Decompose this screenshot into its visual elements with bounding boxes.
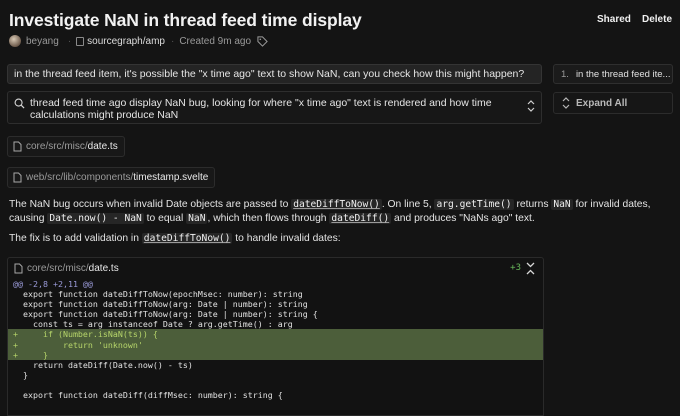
file-chip-timestamp-svelte[interactable]: web/src/lib/components/timestamp.svelte (7, 167, 216, 188)
expand-icon (562, 97, 570, 109)
diff-added-line: + return 'unknown' (8, 339, 543, 350)
delete-button[interactable]: Delete (642, 10, 672, 28)
diff-lines: @@ -2,8 +2,11 @@ export function dateDif… (8, 279, 543, 400)
search-step[interactable]: thread feed time ago display NaN bug, lo… (7, 91, 542, 124)
thread-meta: beyang · sourcegraph/amp · Created 9m ag… (9, 34, 268, 48)
toc-label: in the thread feed ite... (575, 69, 671, 80)
repo-icon (76, 36, 85, 46)
code-link[interactable]: dateDiffToNow() (141, 233, 233, 244)
repo-link[interactable]: sourcegraph/amp (87, 36, 165, 47)
inline-code: NaN (551, 199, 573, 210)
diff-context-line (8, 380, 543, 390)
diff-context-line: const ts = arg instanceof Date ? arg.get… (13, 319, 293, 330)
text: to handle invalid dates: (232, 233, 341, 244)
diff-file-dir: core/src/misc/ (27, 263, 89, 274)
search-icon (14, 98, 25, 109)
explanation-paragraph: The NaN bug occurs when invalid Date obj… (9, 198, 659, 226)
text: , which then flows through (207, 213, 330, 224)
text: returns (513, 199, 552, 210)
text: to equal (143, 213, 187, 224)
file-icon (14, 263, 23, 274)
diff-context-line: export function dateDiff(diffMsec: numbe… (13, 390, 283, 401)
collapse-icon[interactable] (526, 262, 535, 275)
fix-paragraph: The fix is to add validation in dateDiff… (9, 232, 659, 246)
search-step-text: thread feed time ago display NaN bug, lo… (30, 97, 492, 121)
inline-code: Date.now() - NaN (47, 213, 144, 224)
diff-hunk-header: @@ -2,8 +2,11 @@ (13, 279, 93, 289)
text: and produces "NaNs ago" text. (391, 213, 535, 224)
file-name: timestamp.svelte (133, 172, 209, 183)
diff-context-line: return dateDiff(Date.now() - ts) (13, 359, 193, 370)
shared-button[interactable]: Shared (597, 10, 631, 28)
tag-icon[interactable] (257, 35, 268, 47)
expand-all-label: Expand All (576, 97, 628, 109)
diff-panel: core/src/misc/date.ts +3 @@ -2,8 +2,11 @… (7, 257, 544, 416)
text: . On line 5, (381, 199, 435, 210)
diff-added-line: + if (Number.isNaN(ts)) { (8, 329, 543, 340)
diff-header[interactable]: core/src/misc/date.ts +3 (8, 258, 543, 279)
file-name: date.ts (87, 141, 118, 152)
diff-added-line: + } (8, 349, 543, 360)
code-link[interactable]: dateDiff() (329, 213, 392, 224)
created-time: Created 9m ago (179, 35, 252, 47)
page-title: Investigate NaN in thread feed time disp… (9, 10, 362, 30)
file-dir: web/src/lib/components/ (26, 172, 134, 183)
author-name[interactable]: beyang (26, 36, 59, 47)
inline-code: arg.getTime() (434, 199, 514, 210)
text: The NaN bug occurs when invalid Date obj… (9, 199, 292, 210)
diff-context-line: } (13, 369, 28, 380)
avatar (9, 35, 21, 47)
file-icon (13, 172, 22, 183)
expand-all-button[interactable]: Expand All (553, 92, 673, 114)
text: The fix is to add validation in (9, 233, 142, 244)
diff-context-line: export function dateDiffToNow(arg: Date … (13, 299, 308, 310)
diff-file-name: date.ts (88, 263, 119, 274)
toc-number: 1. (561, 69, 569, 80)
diff-context-line: export function dateDiffToNow(epochMsec:… (13, 289, 303, 300)
inline-code: NaN (186, 213, 208, 224)
user-prompt[interactable]: in the thread feed item, it's possible t… (7, 64, 542, 84)
diff-context-line: export function dateDiffToNow(arg: Date … (13, 309, 318, 320)
meta-separator: · (67, 35, 72, 47)
file-chip-date-ts[interactable]: core/src/misc/date.ts (7, 136, 125, 157)
meta-separator: · (170, 35, 175, 47)
file-icon (13, 141, 22, 152)
file-dir: core/src/misc/ (26, 141, 88, 152)
chevron-updown-icon[interactable] (527, 100, 535, 112)
code-link[interactable]: dateDiffToNow() (291, 199, 382, 210)
toc-item-1[interactable]: 1. in the thread feed ite... (553, 64, 673, 84)
added-count: +3 (510, 263, 521, 273)
